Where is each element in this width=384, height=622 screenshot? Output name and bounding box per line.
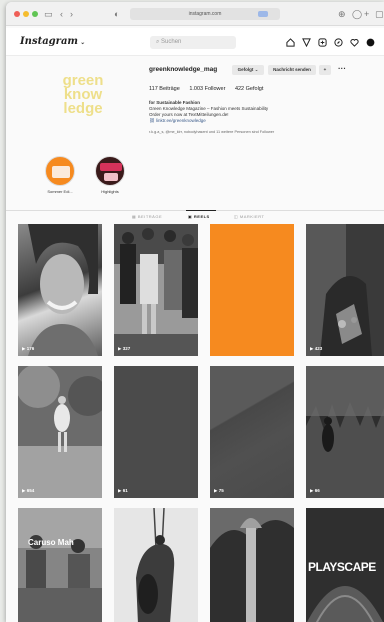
reel-tile[interactable]: ▶ 176 [18, 224, 102, 356]
search-placeholder: Suchen [161, 39, 182, 45]
reel-overlay-text: PLAYSCAPE [308, 560, 376, 574]
reel-view-count: 61 [122, 488, 128, 493]
followers-count[interactable]: 1.003 Follower [189, 86, 225, 92]
reel-view-count: 176 [26, 346, 35, 351]
reel-tile[interactable]: ▶ 423 [306, 224, 384, 356]
add-post-icon[interactable] [318, 38, 327, 47]
reel-tile[interactable]: ▶ 327 [114, 224, 198, 356]
message-button[interactable]: Nachricht senden [268, 65, 316, 75]
reel-tile[interactable] [210, 224, 294, 356]
reel-thumbnail [114, 224, 198, 356]
reel-views: ▶ 61 [118, 488, 128, 494]
following-button[interactable]: Gefolgt ⌄ [232, 65, 264, 75]
highlight-summer-cover [45, 156, 75, 186]
tab-posts-label: BEITRÄGE [137, 214, 163, 219]
profile-header: green know ledge greenknowledge_mag Gefo… [6, 58, 384, 208]
highlight-label: Sommer Edi... [47, 189, 73, 194]
profile-bio: for Sustainable Fashion Green Knowledge … [149, 100, 329, 124]
more-options-icon[interactable]: ··· [338, 64, 346, 73]
sidebar-icon[interactable]: ▭ [44, 8, 53, 20]
explore-icon[interactable] [334, 38, 343, 47]
reel-tile[interactable] [114, 508, 198, 622]
browser-toolbar: ▭ ‹ › ◐ instagram.com ⊕ ◯ + ▢ [6, 2, 384, 26]
tab-reels[interactable]: ▣ REELS [188, 214, 210, 219]
minimize-window-button[interactable] [23, 11, 29, 17]
search-input[interactable]: ⌕ Suchen [150, 36, 236, 49]
profile-username: greenknowledge_mag [149, 66, 218, 73]
forward-icon[interactable]: › [70, 8, 73, 20]
reel-thumbnail [18, 366, 102, 498]
share-icon[interactable]: ◯ [352, 8, 362, 20]
reel-view-count: 654 [26, 488, 35, 493]
avatar-logo-text: green know ledge [44, 73, 122, 117]
reel-tile[interactable]: PLAYSCAPE [306, 508, 384, 622]
tab-reels-label: REELS [193, 214, 210, 219]
chevron-down-icon: ⌄ [254, 67, 259, 72]
password-icon[interactable] [258, 11, 268, 17]
avatar-line-3: ledge [63, 100, 103, 117]
reel-tile[interactable]: ▶ 75 [210, 366, 294, 498]
reel-thumbnail [306, 224, 384, 356]
reel-views: ▶ 327 [118, 346, 130, 352]
add-tab-icon[interactable]: + [364, 8, 369, 20]
profile-tabs: ▦ BEITRÄGE ▣ REELS ◫ MARKIERT [6, 210, 384, 224]
instagram-navbar: Instagram ⌄ ⌕ Suchen [6, 28, 384, 56]
posts-count[interactable]: 117 Beiträge [149, 86, 180, 92]
reel-tile[interactable]: ▶ 654 [18, 366, 102, 498]
bio-link[interactable]: ⛓ linktr.ee/greenknowledge [149, 118, 329, 124]
reel-views: ▶ 654 [22, 488, 34, 494]
reel-tile[interactable] [210, 508, 294, 622]
reel-thumbnail [210, 508, 294, 622]
profile-icon[interactable] [366, 38, 375, 47]
active-tab-indicator [186, 210, 216, 211]
logo-text: Instagram [20, 36, 78, 47]
heart-icon[interactable] [350, 38, 359, 47]
reel-views: ▶ 75 [214, 488, 224, 494]
tab-overview-icon[interactable]: ▢ [375, 8, 384, 20]
shield-icon: ◐ [114, 9, 120, 19]
reel-view-count: 423 [314, 346, 323, 351]
suggest-user-button[interactable]: + [319, 65, 331, 75]
chevron-down-icon[interactable]: ⌄ [80, 39, 85, 46]
add-user-icon: + [323, 67, 327, 72]
tab-tagged-label: MARKIERT [239, 214, 265, 219]
reel-views: ▶ 423 [310, 346, 322, 352]
send-icon[interactable] [302, 38, 311, 47]
reel-view-count: 66 [314, 488, 320, 493]
reel-thumbnail [28, 224, 98, 356]
profile-stats: 117 Beiträge 1.003 Follower 422 Gefolgt [149, 86, 271, 92]
highlight-summer[interactable]: Sommer Edi... [44, 156, 76, 194]
following-count[interactable]: 422 Gefolgt [235, 86, 263, 92]
link-icon: ⛓ [149, 118, 156, 123]
reel-overlay-text: Caruso Mah [28, 538, 74, 547]
browser-window: ▭ ‹ › ◐ instagram.com ⊕ ◯ + ▢ Instagram ⌄… [6, 2, 384, 622]
back-icon[interactable]: ‹ [60, 8, 63, 20]
bio-link-text: linktr.ee/greenknowledge [155, 118, 206, 123]
reel-thumbnail [18, 508, 102, 622]
highlight-highlights[interactable]: Highlights [94, 156, 126, 194]
tab-posts[interactable]: ▦ BEITRÄGE [132, 214, 162, 219]
home-icon[interactable] [286, 38, 295, 47]
instagram-logo[interactable]: Instagram ⌄ [20, 36, 85, 47]
reel-views: ▶ 176 [22, 346, 34, 352]
reel-view-count: 75 [218, 488, 224, 493]
close-window-button[interactable] [14, 11, 20, 17]
download-icon[interactable]: ⊕ [338, 8, 346, 20]
reel-tile[interactable]: ▶ 61 [114, 366, 198, 498]
profile-avatar[interactable]: green know ledge [44, 68, 122, 146]
reel-views: ▶ 66 [310, 488, 320, 494]
reel-view-count: 327 [122, 346, 131, 351]
reel-tile[interactable]: ▶ 66 [306, 366, 384, 498]
reel-thumbnail [306, 366, 384, 498]
address-bar-url: instagram.com [188, 11, 222, 17]
maximize-window-button[interactable] [32, 11, 38, 17]
reel-thumbnail [114, 508, 198, 622]
following-button-label: Gefolgt [237, 67, 254, 72]
reel-tile[interactable]: Caruso Mah [18, 508, 102, 622]
highlight-highlights-cover [95, 156, 125, 186]
highlight-label: Highlights [101, 189, 119, 194]
followed-by[interactable]: r.k.g.a_s, @me_klrr, nobodyhasent und 11… [149, 130, 349, 134]
tab-tagged[interactable]: ◫ MARKIERT [234, 214, 265, 219]
